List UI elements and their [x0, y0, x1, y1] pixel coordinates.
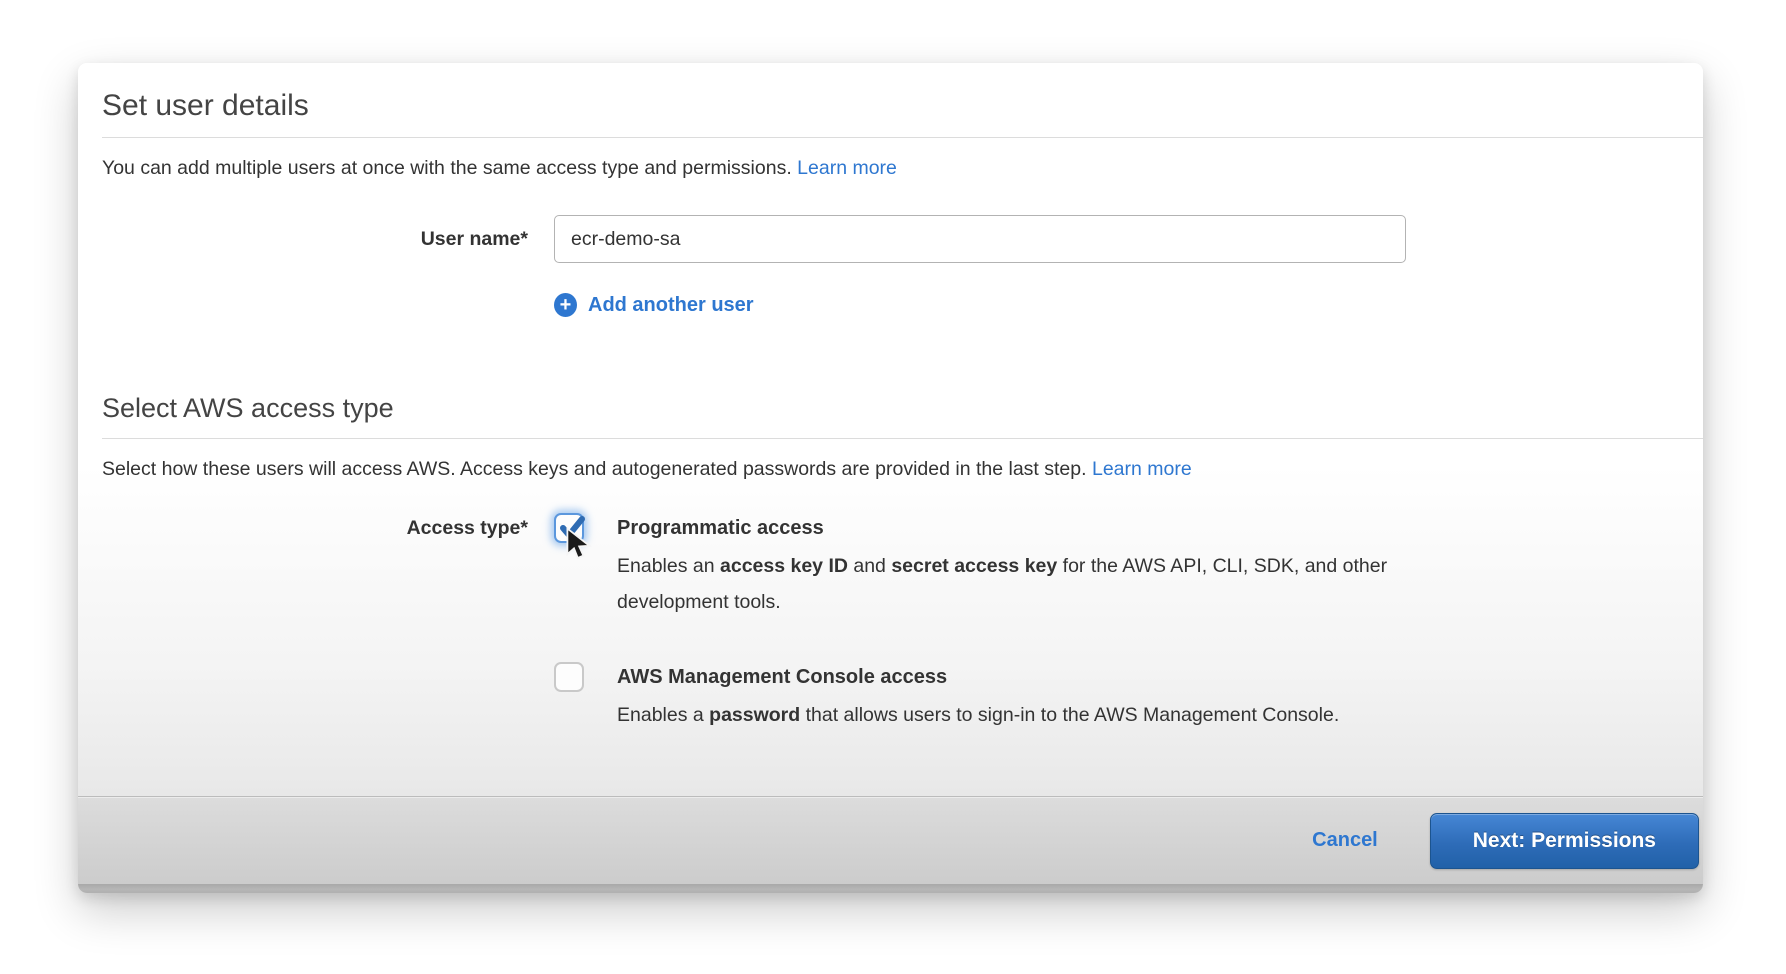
username-label: User name*: [102, 215, 554, 251]
section-divider: [102, 137, 1703, 138]
access-type-row: Access type*: [102, 513, 1679, 733]
option-programmatic-access: Programmatic access Enables an access ke…: [554, 513, 1462, 620]
programmatic-access-checkbox[interactable]: [554, 513, 584, 543]
access-type-intro: Select how these users will access AWS. …: [102, 456, 1679, 482]
console-access-title[interactable]: AWS Management Console access: [617, 662, 1339, 692]
access-type-label: Access type*: [102, 513, 554, 540]
next-permissions-button[interactable]: Next: Permissions: [1430, 813, 1699, 869]
section-divider: [102, 438, 1703, 439]
console-access-description: Enables a password that allows users to …: [617, 697, 1339, 733]
add-another-user-label: Add another user: [588, 294, 754, 317]
programmatic-access-description: Enables an access key ID and secret acce…: [617, 548, 1462, 620]
desc-text: that allows users to sign-in to the AWS …: [800, 704, 1339, 726]
desc-bold: access key ID: [720, 555, 848, 577]
programmatic-access-text: Programmatic access Enables an access ke…: [617, 513, 1462, 620]
panel-bottom-edge: [78, 884, 1703, 893]
user-details-intro: You can add multiple users at once with …: [102, 155, 1679, 181]
access-type-section-title: Select AWS access type: [102, 393, 1679, 424]
console-access-checkbox-wrap: [554, 662, 584, 692]
desc-text: Enables an: [617, 555, 720, 577]
cancel-button[interactable]: Cancel: [1312, 829, 1378, 852]
programmatic-access-checkbox-wrap: [554, 513, 584, 543]
learn-more-link-access-type[interactable]: Learn more: [1092, 458, 1192, 480]
learn-more-link-user-details[interactable]: Learn more: [797, 157, 897, 179]
console-access-checkbox[interactable]: [554, 662, 584, 692]
add-user-wizard-panel: Set user details You can add multiple us…: [78, 63, 1703, 893]
desc-bold: secret access key: [891, 555, 1057, 577]
desc-text: Enables a: [617, 704, 709, 726]
programmatic-access-title[interactable]: Programmatic access: [617, 513, 1462, 543]
desc-text: and: [848, 555, 891, 577]
access-type-intro-text: Select how these users will access AWS. …: [102, 458, 1087, 480]
circle-plus-icon: +: [554, 293, 577, 317]
wizard-footer: Cancel Next: Permissions: [78, 796, 1703, 884]
user-details-intro-text: You can add multiple users at once with …: [102, 157, 792, 179]
username-input[interactable]: [554, 215, 1406, 263]
desc-bold: password: [709, 704, 800, 726]
wizard-body: Set user details You can add multiple us…: [78, 63, 1703, 796]
access-type-options: Programmatic access Enables an access ke…: [554, 513, 1462, 733]
add-another-user-button[interactable]: + Add another user: [554, 293, 754, 317]
checkmark-icon: [557, 512, 587, 547]
console-access-text: AWS Management Console access Enables a …: [617, 662, 1339, 733]
page-title: Set user details: [102, 89, 1679, 123]
option-console-access: AWS Management Console access Enables a …: [554, 662, 1462, 733]
username-row: User name*: [102, 215, 1679, 263]
